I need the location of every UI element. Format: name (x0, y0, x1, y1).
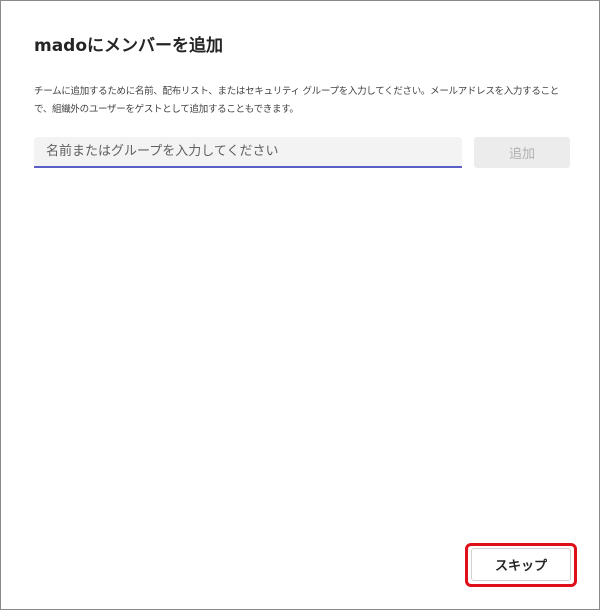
add-members-dialog: madoにメンバーを追加 チームに追加するために名前、配布リスト、またはセキュリ… (0, 0, 600, 610)
dialog-description: チームに追加するために名前、配布リスト、またはセキュリティ グループを入力してく… (34, 86, 559, 115)
skip-button[interactable]: スキップ (471, 548, 571, 581)
member-search-input[interactable] (34, 137, 462, 168)
add-button[interactable]: 追加 (474, 137, 570, 168)
dialog-title: madoにメンバーを追加 (34, 36, 224, 56)
